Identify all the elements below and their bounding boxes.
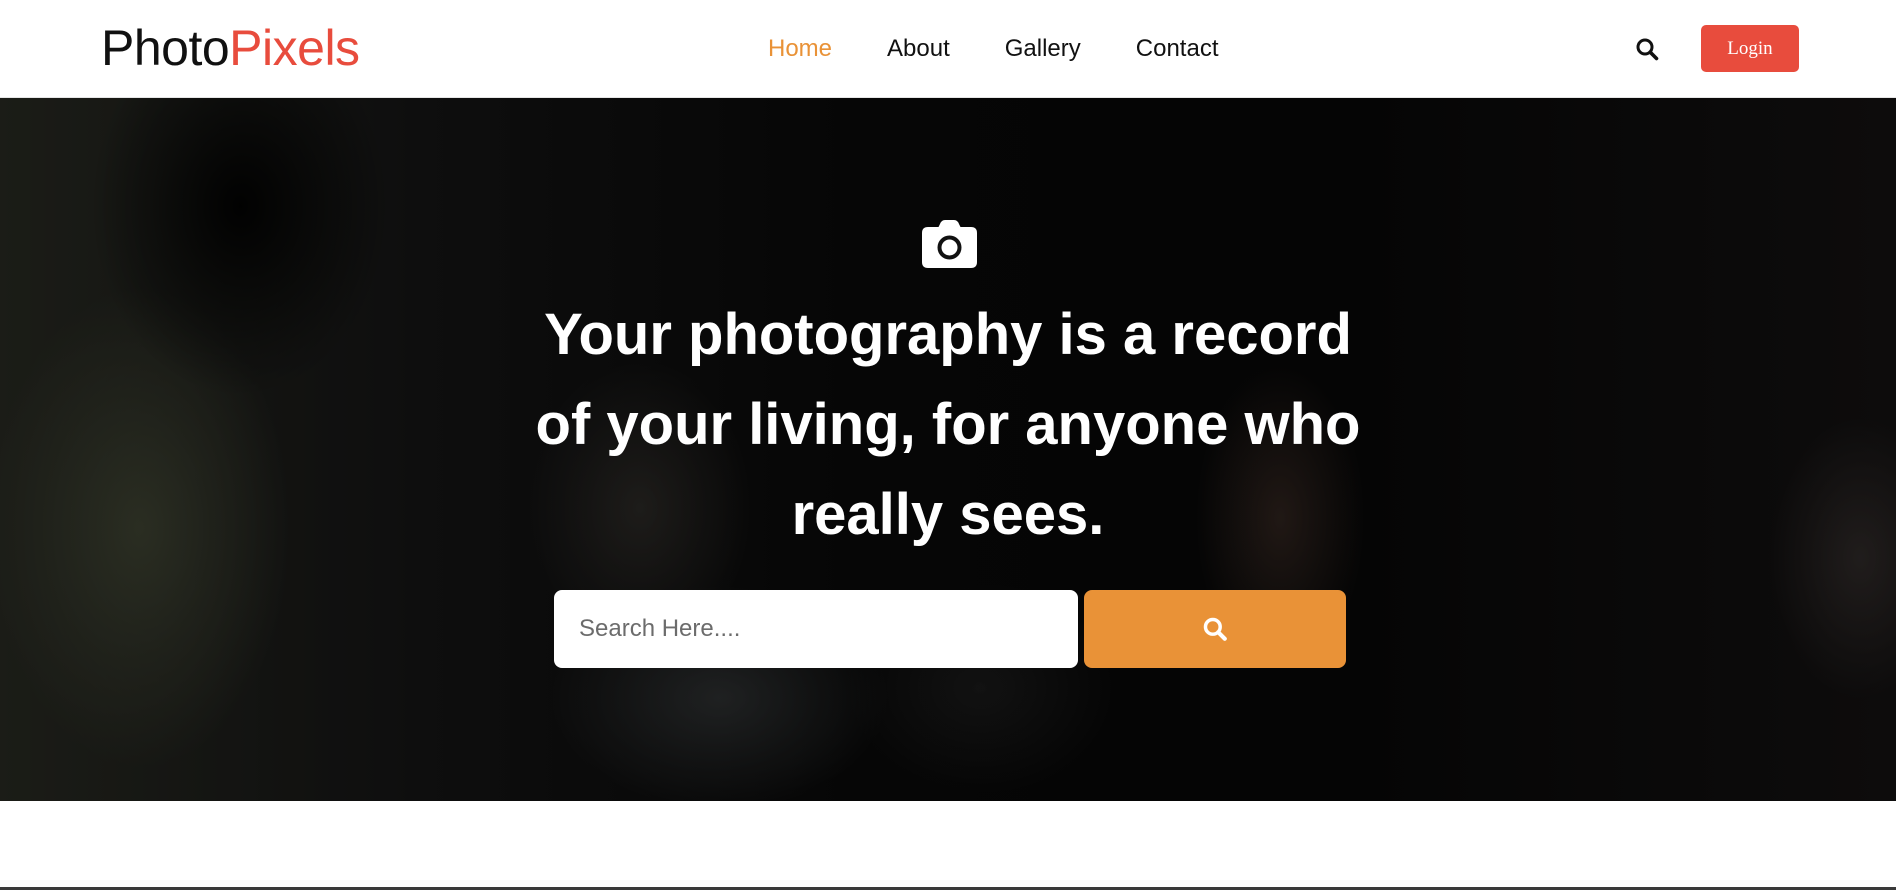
nav-item-contact: Contact (1136, 32, 1219, 66)
nav-link-home[interactable]: Home (768, 35, 832, 62)
nav-item-home: Home (768, 32, 832, 66)
search-icon (1203, 617, 1227, 641)
camera-icon (922, 220, 977, 268)
nav-link-about[interactable]: About (887, 35, 950, 62)
search-icon (1636, 38, 1659, 61)
brand-part-photo: Photo (101, 20, 230, 76)
content-area (0, 801, 1896, 887)
hero-headline-line-2: of your living, for anyone who (535, 392, 1361, 457)
nav-search-button[interactable] (1633, 34, 1661, 64)
hero-headline: Your photography is a record of your liv… (498, 290, 1398, 560)
nav-item-about: About (887, 32, 950, 66)
brand-part-pixels: Pixels (229, 20, 360, 76)
hero-search-input[interactable] (554, 590, 1078, 668)
hero-search-form (554, 590, 1346, 668)
login-button[interactable]: Login (1701, 25, 1799, 72)
brand-logo[interactable]: PhotoPixels (101, 18, 360, 78)
main-nav: Home About Gallery Contact (768, 32, 1219, 66)
nav-link-gallery[interactable]: Gallery (1005, 35, 1081, 62)
hero-search-button[interactable] (1084, 590, 1346, 668)
hero-section: Your photography is a record of your liv… (0, 98, 1896, 801)
nav-item-gallery: Gallery (1005, 32, 1081, 66)
nav-link-contact[interactable]: Contact (1136, 35, 1219, 62)
navbar: PhotoPixels Home About Gallery Contact L… (0, 0, 1896, 98)
hero-headline-line-1: Your photography is a record (544, 302, 1352, 367)
hero-headline-line-3: really sees. (791, 482, 1105, 547)
